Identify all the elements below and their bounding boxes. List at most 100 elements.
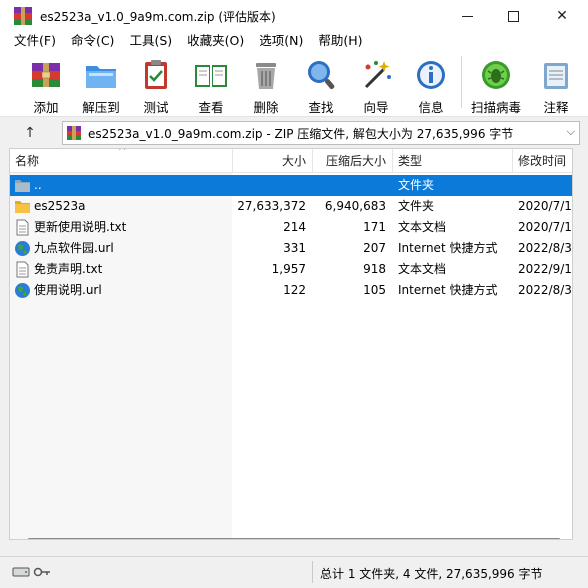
window-title: es2523a_v1.0_9a9m.com.zip (评估版本) <box>40 9 276 24</box>
menu-help[interactable]: 帮助(H) <box>310 32 369 52</box>
archive-icon <box>66 125 82 141</box>
minimize-button[interactable] <box>444 0 490 32</box>
menu-bar: 文件(F) 命令(C) 工具(S) 收藏夹(O) 选项(N) 帮助(H) <box>0 32 588 52</box>
menu-favorites[interactable]: 收藏夹(O) <box>179 32 251 52</box>
menu-file[interactable]: 文件(F) <box>0 32 63 52</box>
title-bar: es2523a_v1.0_9a9m.com.zip (评估版本) ✕ <box>0 0 588 32</box>
file-name: 免责声明.txt <box>34 262 103 276</box>
file-packed-size <box>312 175 386 196</box>
file-row[interactable]: 免责声明.txt 1,957 918 文本文档 2022/9/17 <box>10 259 572 280</box>
file-size: 331 <box>283 241 306 255</box>
wizard-button[interactable]: 向导 <box>348 52 404 116</box>
file-name: 使用说明.url <box>34 283 102 297</box>
file-modified: 2022/9/17 <box>518 262 572 276</box>
file-size: 122 <box>283 283 306 297</box>
globe-icon <box>15 241 30 256</box>
column-type[interactable]: 类型 <box>393 149 511 173</box>
delete-label: 删除 <box>253 100 279 115</box>
file-name: .. <box>34 178 42 192</box>
file-size: 1,957 <box>271 262 306 276</box>
menu-options[interactable]: 选项(N) <box>251 32 310 52</box>
file-row[interactable]: 更新使用说明.txt 214 171 文本文档 2020/7/13 <box>10 217 572 238</box>
wizard-label: 向导 <box>363 100 389 115</box>
maximize-button[interactable] <box>490 0 536 32</box>
find-button[interactable]: 查找 <box>293 52 349 116</box>
address-field[interactable]: es2523a_v1.0_9a9m.com.zip - ZIP 压缩文件, 解包… <box>62 121 580 145</box>
globe-icon <box>15 283 30 298</box>
file-row[interactable]: es2523a 27,633,372 6,940,683 文件夹 2020/7/… <box>10 196 572 217</box>
close-icon: ✕ <box>556 8 568 24</box>
address-bar: ↑ es2523a_v1.0_9a9m.com.zip - ZIP 压缩文件, … <box>0 116 588 148</box>
info-icon <box>413 57 449 93</box>
info-button[interactable]: 信息 <box>403 52 459 116</box>
scan-virus-button[interactable]: 扫描病毒 <box>468 52 524 116</box>
arrow-up-icon: ↑ <box>24 125 36 141</box>
find-label: 查找 <box>308 100 334 115</box>
file-type: 文本文档 <box>398 262 447 276</box>
file-type: 文件夹 <box>398 178 435 192</box>
chevron-down-icon[interactable]: ⌵ <box>567 125 575 139</box>
toolbar-separator <box>461 56 462 108</box>
text-file-icon <box>16 261 29 278</box>
file-modified: 2020/7/13 <box>518 220 572 234</box>
file-packed-size: 105 <box>363 283 386 297</box>
file-modified: 2022/8/30 <box>518 283 572 297</box>
vertical-scroll-area <box>573 148 588 540</box>
drive-icon[interactable] <box>12 566 30 578</box>
comment-label: 注释 <box>543 100 569 115</box>
key-icon[interactable] <box>33 566 51 578</box>
folder-icon <box>15 201 30 213</box>
file-packed-size: 207 <box>363 241 386 255</box>
file-packed-size: 171 <box>363 220 386 234</box>
file-row[interactable]: 九点软件园.url 331 207 Internet 快捷方式 2022/8/3… <box>10 238 572 259</box>
scan-virus-label: 扫描病毒 <box>470 100 521 115</box>
file-row[interactable]: 使用说明.url 122 105 Internet 快捷方式 2022/8/30 <box>10 280 572 301</box>
column-modified[interactable]: 修改时间 <box>513 149 572 173</box>
up-level-button[interactable]: ↑ <box>20 123 40 143</box>
file-type: 文件夹 <box>398 199 435 213</box>
comment-icon <box>538 57 574 93</box>
test-button[interactable]: 测试 <box>128 52 184 116</box>
file-size <box>232 175 306 196</box>
file-type: Internet 快捷方式 <box>398 283 498 297</box>
horizontal-scrollbar[interactable] <box>28 538 560 539</box>
menu-commands[interactable]: 命令(C) <box>63 32 121 52</box>
test-clipboard-icon <box>138 57 174 93</box>
extract-to-button[interactable]: 解压到 <box>73 52 129 116</box>
menu-tools[interactable]: 工具(S) <box>121 32 179 52</box>
extract-folder-icon <box>83 57 119 93</box>
file-name: 九点软件园.url <box>34 241 114 255</box>
maximize-icon <box>507 10 519 22</box>
status-bar: 总计 1 文件夹, 4 文件, 27,635,996 字节 <box>0 556 588 588</box>
add-label: 添加 <box>33 100 59 115</box>
minimize-icon <box>461 15 473 17</box>
file-packed-size: 6,940,683 <box>324 199 386 213</box>
toolbar: 添加 解压到 测试 查看 删除 查找 向导 信息 扫描病毒 注释 <box>0 52 588 116</box>
winrar-app-icon <box>14 7 32 25</box>
wizard-wand-icon <box>358 57 394 93</box>
view-button[interactable]: 查看 <box>183 52 239 116</box>
find-magnifier-icon <box>303 57 339 93</box>
trash-icon <box>248 57 284 93</box>
delete-button[interactable]: 删除 <box>238 52 294 116</box>
file-type: Internet 快捷方式 <box>398 241 498 255</box>
file-row-parent[interactable]: .. 文件夹 <box>10 175 572 196</box>
file-packed-size: 918 <box>363 262 386 276</box>
file-name: es2523a <box>34 199 86 213</box>
parent-folder-icon <box>15 180 30 192</box>
virus-scan-icon <box>478 57 514 93</box>
info-label: 信息 <box>418 100 444 115</box>
file-type: 文本文档 <box>398 220 447 234</box>
column-packed-size[interactable]: 压缩后大小 <box>313 149 391 173</box>
add-button[interactable]: 添加 <box>18 52 74 116</box>
address-text: es2523a_v1.0_9a9m.com.zip - ZIP 压缩文件, 解包… <box>88 126 514 141</box>
sort-ascending-icon: ^ <box>118 148 127 157</box>
comment-button[interactable]: 注释 <box>528 52 584 116</box>
column-size[interactable]: 大小 <box>233 149 311 173</box>
close-button[interactable]: ✕ <box>536 0 588 32</box>
column-header: 名称 ^ 大小 压缩后大小 类型 修改时间 <box>10 148 572 173</box>
file-list-body: .. 文件夹 es2523a 27,633,372 6,940,683 文件夹 … <box>10 173 572 539</box>
file-size: 214 <box>283 220 306 234</box>
test-label: 测试 <box>143 100 169 115</box>
view-label: 查看 <box>198 100 224 115</box>
